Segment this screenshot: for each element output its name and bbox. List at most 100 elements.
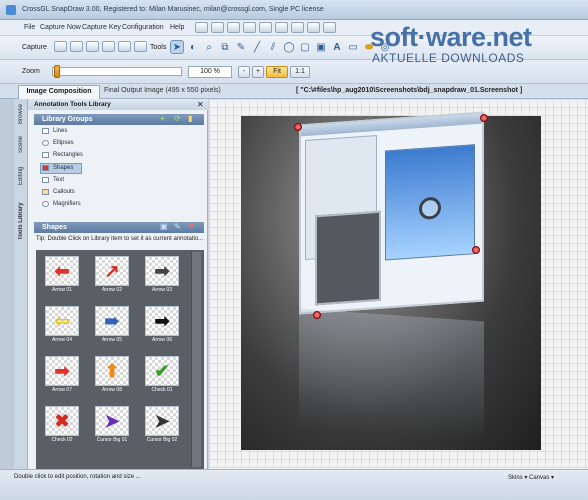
status-skins-canvas[interactable]: Skins ▾ Canvas ▾ [508,474,554,481]
ellipse-icon[interactable]: ◯ [282,40,296,54]
shape-item[interactable]: ➤ Cursor Big 01 [94,406,130,448]
embedded-shapes-grid [315,210,381,306]
edit-shape-icon[interactable]: ✎ [174,222,181,231]
tab-final-output[interactable]: Final Output Image (495 x 550 pixels) [104,87,221,94]
resize-handle-bottom-left[interactable] [313,311,321,319]
zoom-slider-thumb[interactable] [54,65,61,78]
quick-access-toolbar [195,22,336,33]
capture-label: Capture [22,44,47,51]
shape-item[interactable]: ➠ Arrow 05 [94,306,130,348]
magnifiers-icon [42,201,49,207]
tab-image-composition[interactable]: Image Composition [18,85,100,99]
zoom-in-button[interactable]: + [252,66,264,78]
menu-file[interactable]: File [24,24,35,31]
add-icon[interactable]: + [160,114,165,123]
shape-item[interactable]: ➤ Cursor Big 02 [144,406,180,448]
group-lines-label: Lines [53,128,68,134]
redo-icon[interactable] [259,22,272,33]
capture-menu-icon[interactable] [134,41,147,52]
save-icon[interactable] [227,22,240,33]
shape-thumbnail-icon: ↗ [95,256,129,286]
resize-handle-top-left[interactable] [294,123,302,131]
watermark-subtitle: AKTUELLE DOWNLOADS [372,51,525,65]
line-icon[interactable]: ╱ [250,40,264,54]
close-icon[interactable]: ✕ [197,100,204,109]
group-ellipses-label: Ellipses [53,140,74,146]
menu-capture-key[interactable]: Capture Key [82,24,121,31]
zoom-tool-icon[interactable]: ⌕ [202,40,216,54]
zoom-percent-field[interactable]: 100 % [188,66,232,78]
group-lines[interactable]: Lines [42,128,67,134]
shape-item[interactable]: ➡ Arrow 03 [144,256,180,298]
shape-thumbnail-icon: ➡ [145,306,179,336]
screenshot-object[interactable] [299,111,484,315]
copy-icon[interactable] [275,22,288,33]
shapes-scrollbar[interactable] [191,252,201,467]
menu-configuration[interactable]: Configuration [122,24,164,31]
delete-shape-icon[interactable]: ✕ [188,222,195,231]
multi-line-icon[interactable]: ⫽ [266,40,280,54]
capture-window-icon[interactable] [70,41,83,52]
shape-item[interactable]: ➡ Arrow 06 [144,306,180,348]
shapes-icon [42,165,49,171]
vtab-editing[interactable]: Editing [14,160,28,192]
select-arrow-icon[interactable]: ➤ [170,40,184,54]
resize-handle-top-right[interactable] [480,114,488,122]
shape-label: Arrow 04 [51,337,72,343]
menu-help[interactable]: Help [170,24,184,31]
shape-thumbnail-icon: ✖ [45,406,79,436]
pen-icon[interactable]: ✎ [234,40,248,54]
shape-item[interactable]: ⬆ Arrow 08 [94,356,130,398]
undo-icon[interactable] [243,22,256,33]
capture-scroll-icon[interactable] [118,41,131,52]
capture-region-icon[interactable] [54,41,67,52]
shape-thumbnail-icon: ⬅ [45,256,79,286]
resize-handle-bottom-right[interactable] [472,246,480,254]
rectangle-icon[interactable]: ▢ [298,40,312,54]
rectangles-icon [42,152,49,158]
zoom-out-button[interactable]: - [238,66,250,78]
group-callouts[interactable]: Callouts [42,189,75,195]
zoom-fit-button[interactable]: Fit [266,66,288,78]
group-rectangles[interactable]: Rectangles [42,152,83,158]
shape-item[interactable]: ⬅ Arrow 01 [44,256,80,298]
shape-item[interactable]: ⇦ Arrow 04 [44,306,80,348]
group-ellipses[interactable]: Ellipses [42,140,74,146]
print-icon[interactable] [323,22,336,33]
zoom-slider-track[interactable] [52,67,182,76]
callout-icon[interactable]: ▭ [346,40,360,54]
paste-icon[interactable] [291,22,304,33]
capture-screen-icon[interactable] [102,41,115,52]
rotate-icon[interactable]: ◐ [186,40,200,54]
open-icon[interactable] [211,22,224,33]
annotation-tools: ➤ ◐ ⌕ ⧉ ✎ ╱ ⫽ ◯ ▢ ▣ A ▭ ⬬ ◎ [170,40,392,54]
menu-capture-now[interactable]: Capture Now [40,24,81,31]
export-icon[interactable] [307,22,320,33]
new-icon[interactable] [195,22,208,33]
group-magnifiers[interactable]: Magnifiers [42,201,81,207]
shape-item[interactable]: ✔ Check 01 [144,356,180,398]
shape-item[interactable]: ➡ Arrow 07 [44,356,80,398]
folder-icon[interactable]: ▮ [188,114,192,123]
group-text-label: Text [53,177,65,183]
shape-thumbnail-icon: ➠ [95,306,129,336]
shape-thumbnail-icon: ✔ [145,356,179,386]
file-path-label: [ "C:\#files\hp_aug2010\Screenshots\bdj_… [296,87,523,94]
group-shapes-label: Shapes [53,165,74,171]
refresh-icon[interactable]: ⟳ [174,114,181,123]
text-icon[interactable]: A [330,40,344,54]
shape-label: Check 02 [51,437,73,443]
capture-object-icon[interactable] [86,41,99,52]
shape-item[interactable]: ↗ Arrow 02 [94,256,130,298]
zoom-actual-button[interactable]: 1:1 [290,66,310,78]
group-text[interactable]: Text [42,177,64,183]
app-icon [6,5,16,15]
group-shapes[interactable]: Shapes [42,165,73,171]
vtab-scene[interactable]: Scene [14,130,28,158]
fill-icon[interactable]: ▣ [314,40,328,54]
shape-item[interactable]: ✖ Check 02 [44,406,80,448]
crop-icon[interactable]: ⧉ [218,40,232,54]
add-shape-icon[interactable]: ▣ [160,222,168,231]
vtab-browse[interactable]: Browse [14,100,28,128]
vtab-tools-library[interactable]: Tools Library [14,195,28,247]
